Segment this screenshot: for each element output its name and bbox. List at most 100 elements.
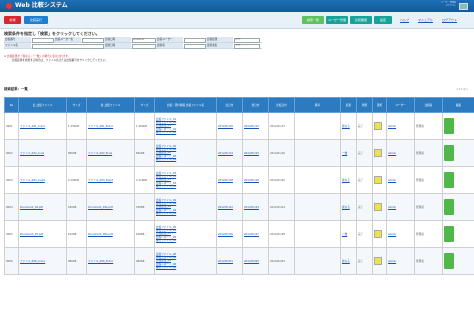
cell-old-file[interactable]: ファイル_002_A.xls: [18, 139, 67, 167]
cell-edit[interactable]: [442, 220, 474, 248]
search-list-button[interactable]: 検索一覧: [302, 16, 324, 24]
column-header[interactable]: 状態: [356, 97, 373, 113]
edit-button[interactable]: [444, 252, 454, 269]
cell-result-text[interactable]: 異なる: [342, 179, 350, 182]
cell-result[interactable]: 一致: [340, 220, 357, 248]
cell-new-date-text[interactable]: 2012/01/15: [244, 152, 259, 155]
column-header[interactable]: No: [4, 97, 19, 113]
column-header[interactable]: 編集: [442, 97, 474, 113]
cell-old-file-text[interactable]: ファイル_001_A.doc: [20, 125, 45, 128]
cell-new-file-text[interactable]: Document_04b.pdf: [88, 206, 113, 209]
cell-select[interactable]: [372, 139, 387, 167]
cell-old-date[interactable]: 2012/01/18: [216, 166, 243, 194]
column-header[interactable]: サイズ: [134, 97, 155, 113]
cell-edit[interactable]: [442, 193, 474, 221]
column-header[interactable]: ユーザー: [386, 97, 415, 113]
cell-new-date[interactable]: 2012/01/12: [242, 112, 269, 140]
cell-new-date[interactable]: 2012/01/23: [242, 193, 269, 221]
updater-input[interactable]: [184, 44, 206, 49]
edit-button[interactable]: [444, 117, 454, 134]
cell-result-text[interactable]: 異なる: [342, 206, 350, 209]
pager[interactable]: 1 2 3 次へ: [456, 87, 468, 91]
cell-edit[interactable]: [442, 166, 474, 194]
info-link[interactable]: 差分ファイル_01: [156, 131, 215, 134]
column-header[interactable]: 選択: [372, 97, 387, 113]
cell-old-date-text[interactable]: 2012/01/10: [218, 125, 233, 128]
cell-result[interactable]: 異なる: [340, 247, 357, 275]
info-link[interactable]: 差分ファイル_02: [156, 158, 215, 161]
user-line2[interactable]: ログアウト: [386, 5, 456, 8]
cell-old-date-text[interactable]: 2012/01/26: [218, 233, 233, 236]
cell-old-date-text[interactable]: 2012/01/18: [218, 179, 233, 182]
cell-old-file-text[interactable]: ファイル_002_A.xls: [20, 152, 44, 155]
cell-new-date-text[interactable]: 2012/01/19: [244, 179, 259, 182]
edit-button[interactable]: [444, 225, 454, 242]
cell-select[interactable]: [372, 166, 387, 194]
info-link[interactable]: 差分ファイル_03: [156, 185, 215, 188]
column-header[interactable]: 結果: [340, 97, 357, 113]
cell-old-file-text[interactable]: Document_05.pdf: [20, 233, 43, 236]
cell-old-file-text[interactable]: ファイル_006_A.doc: [20, 260, 45, 263]
cell-old-file[interactable]: Document_05.pdf: [18, 220, 67, 248]
cell-user-text[interactable]: admin: [388, 206, 396, 209]
updated-date-input[interactable]: [132, 44, 156, 49]
edit-button[interactable]: [444, 144, 454, 161]
info-link[interactable]: 差分ファイル_04: [156, 212, 215, 215]
cell-new-date[interactable]: 2012/01/19: [242, 166, 269, 194]
cell-result[interactable]: 異なる: [340, 166, 357, 194]
cell-new-date[interactable]: 2012/01/27: [242, 220, 269, 248]
cell-new-file-text[interactable]: ファイル_006_B.doc: [88, 260, 113, 263]
user-admin-button[interactable]: ユーザー管理: [326, 16, 348, 24]
cell-old-date[interactable]: 2012/01/22: [216, 193, 243, 221]
cell-new-file[interactable]: Document_05b.pdf: [86, 220, 135, 248]
column-header[interactable]: 比較日付: [268, 97, 295, 113]
cell-new-date[interactable]: 2012/02/02: [242, 247, 269, 275]
cell-user[interactable]: admin: [386, 112, 415, 140]
cell-new-date-text[interactable]: 2012/02/02: [244, 260, 259, 263]
cell-result[interactable]: 一致: [340, 139, 357, 167]
cell-result-text[interactable]: 一致: [342, 152, 347, 155]
cell-new-file[interactable]: Document_04b.pdf: [86, 193, 135, 221]
cell-old-date-text[interactable]: 2012/02/01: [218, 260, 233, 263]
cell-user-text[interactable]: admin: [388, 125, 396, 128]
cell-old-file[interactable]: ファイル_003_A.ppt: [18, 166, 67, 194]
cell-result-text[interactable]: 異なる: [342, 260, 350, 263]
cell-result[interactable]: 異なる: [340, 193, 357, 221]
cell-user-text[interactable]: admin: [388, 179, 396, 182]
cell-new-file[interactable]: ファイル_002_B.xls: [86, 139, 135, 167]
cell-new-file[interactable]: ファイル_001_B.doc: [86, 112, 135, 140]
manual-link[interactable]: マニュアル: [418, 18, 433, 22]
column-header[interactable]: 旧_比較ファイル: [18, 97, 67, 113]
cell-new-date[interactable]: 2012/01/15: [242, 139, 269, 167]
cell-old-file[interactable]: ファイル_006_A.doc: [18, 247, 67, 275]
column-header[interactable]: 新_比較ファイル: [86, 97, 135, 113]
cell-user-text[interactable]: admin: [388, 260, 396, 263]
select-checkbox[interactable]: [374, 121, 382, 130]
cell-old-date[interactable]: 2012/02/01: [216, 247, 243, 275]
cell-new-file-text[interactable]: ファイル_003_B.ppt: [88, 179, 113, 182]
cell-old-date[interactable]: 2012/01/14: [216, 139, 243, 167]
cell-result-text[interactable]: 一致: [342, 233, 347, 236]
cell-user[interactable]: admin: [386, 193, 415, 221]
cell-new-file-text[interactable]: ファイル_002_B.xls: [88, 152, 112, 155]
select-checkbox[interactable]: [374, 229, 382, 238]
cell-old-file[interactable]: ファイル_001_A.doc: [18, 112, 67, 140]
cell-new-file[interactable]: ファイル_003_B.ppt: [86, 166, 135, 194]
select-checkbox[interactable]: [374, 148, 382, 157]
cell-select[interactable]: [372, 247, 387, 275]
window-menu-icon[interactable]: [459, 3, 468, 10]
cell-edit[interactable]: [442, 139, 474, 167]
column-header[interactable]: 比較／添付情報 比較ファイル名: [154, 97, 217, 113]
cell-user[interactable]: admin: [386, 247, 415, 275]
cell-old-date-text[interactable]: 2012/01/14: [218, 152, 233, 155]
column-header[interactable]: 新日付: [242, 97, 269, 113]
new-button[interactable]: 新規: [4, 16, 21, 24]
cell-new-file-text[interactable]: Document_05b.pdf: [88, 233, 113, 236]
cell-user[interactable]: admin: [386, 220, 415, 248]
edit-button[interactable]: [444, 171, 454, 188]
info-link[interactable]: 差分ファイル_06: [156, 266, 215, 269]
history-button[interactable]: 比較履歴: [350, 16, 372, 24]
column-header[interactable]: 備考: [294, 97, 341, 113]
cell-old-file-text[interactable]: Document_04.pdf: [20, 206, 43, 209]
select-checkbox[interactable]: [374, 256, 382, 265]
